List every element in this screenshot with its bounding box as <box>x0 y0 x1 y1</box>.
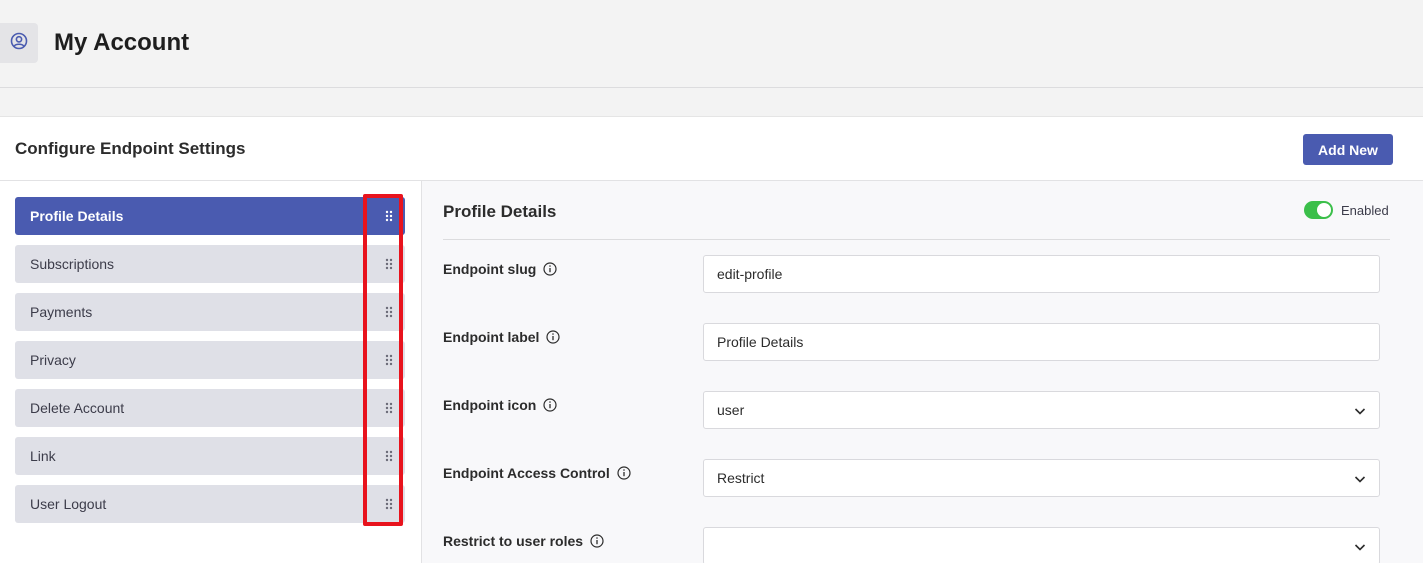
endpoint-icon-label: Endpoint icon <box>443 397 557 413</box>
endpoint-access-control-select[interactable]: Restrict <box>703 459 1380 497</box>
endpoint-item-payments[interactable]: Payments <box>15 293 405 331</box>
page-title: My Account <box>54 29 190 56</box>
endpoint-access-control-label: Endpoint Access Control <box>443 465 631 481</box>
drag-handle-icon[interactable] <box>385 389 393 427</box>
drag-handle-icon[interactable] <box>385 437 393 475</box>
account-avatar <box>0 23 38 63</box>
input-value: edit-profile <box>717 266 783 282</box>
enabled-label: Enabled <box>1341 203 1389 218</box>
endpoint-settings-form: Profile Details Enabled Endpoint slug ed… <box>421 181 1423 563</box>
chevron-down-icon <box>1353 540 1367 557</box>
user-circle-icon <box>10 32 28 55</box>
chevron-down-icon <box>1353 472 1367 489</box>
drag-handle-icon[interactable] <box>385 485 393 523</box>
drag-handle-icon[interactable] <box>385 341 393 379</box>
add-new-button[interactable]: Add New <box>1303 134 1393 165</box>
divider <box>443 239 1390 240</box>
endpoint-item-subscriptions[interactable]: Subscriptions <box>15 245 405 283</box>
endpoint-item-label: Subscriptions <box>30 256 115 272</box>
settings-title: Profile Details <box>443 202 557 221</box>
endpoint-item-label: Profile Details <box>30 208 124 224</box>
endpoint-settings-panel: Configure Endpoint Settings Add New Prof… <box>0 116 1423 563</box>
select-value: Restrict <box>717 470 765 486</box>
info-icon[interactable] <box>543 398 557 412</box>
info-icon[interactable] <box>617 466 631 480</box>
endpoint-item-privacy[interactable]: Privacy <box>15 341 405 379</box>
field-label-text: Endpoint icon <box>443 397 537 413</box>
endpoint-item-profile-details[interactable]: Profile Details <box>15 197 405 235</box>
endpoint-item-link[interactable]: Link <box>15 437 405 475</box>
input-value: Profile Details <box>717 334 804 350</box>
drag-handle-icon[interactable] <box>385 293 393 331</box>
info-icon[interactable] <box>546 330 561 344</box>
info-icon[interactable] <box>543 262 557 276</box>
field-label-text: Restrict to user roles <box>443 533 584 549</box>
endpoint-item-label: Delete Account <box>30 400 125 416</box>
drag-handle-icon[interactable] <box>385 197 393 235</box>
endpoint-slug-label: Endpoint slug <box>443 261 557 277</box>
drag-handle-icon[interactable] <box>385 245 393 283</box>
field-label-text: Endpoint label <box>443 329 540 345</box>
restrict-user-roles-label: Restrict to user roles <box>443 533 604 549</box>
field-label-text: Endpoint slug <box>443 261 537 277</box>
info-icon[interactable] <box>590 534 604 548</box>
endpoint-icon-select[interactable]: user <box>703 391 1380 429</box>
panel-header: Configure Endpoint Settings Add New <box>0 117 1423 181</box>
endpoint-item-label: Privacy <box>30 352 76 368</box>
endpoint-list: Profile Details Subscriptions Payments P… <box>15 197 405 533</box>
endpoint-item-user-logout[interactable]: User Logout <box>15 485 405 523</box>
endpoint-item-delete-account[interactable]: Delete Account <box>15 389 405 427</box>
panel-title: Configure Endpoint Settings <box>15 139 246 158</box>
endpoint-item-label: Link <box>30 448 56 464</box>
restrict-user-roles-select[interactable] <box>703 527 1380 563</box>
endpoint-slug-input[interactable]: edit-profile <box>703 255 1380 293</box>
endpoint-item-label: Payments <box>30 304 93 320</box>
select-value: user <box>717 402 745 418</box>
endpoint-item-label: User Logout <box>30 496 107 512</box>
endpoint-label-input[interactable]: Profile Details <box>703 323 1380 361</box>
endpoint-label-label: Endpoint label <box>443 329 561 345</box>
enabled-toggle[interactable] <box>1304 201 1333 219</box>
field-label-text: Endpoint Access Control <box>443 465 610 481</box>
chevron-down-icon <box>1353 404 1367 421</box>
page-header: My Account <box>0 0 1423 88</box>
